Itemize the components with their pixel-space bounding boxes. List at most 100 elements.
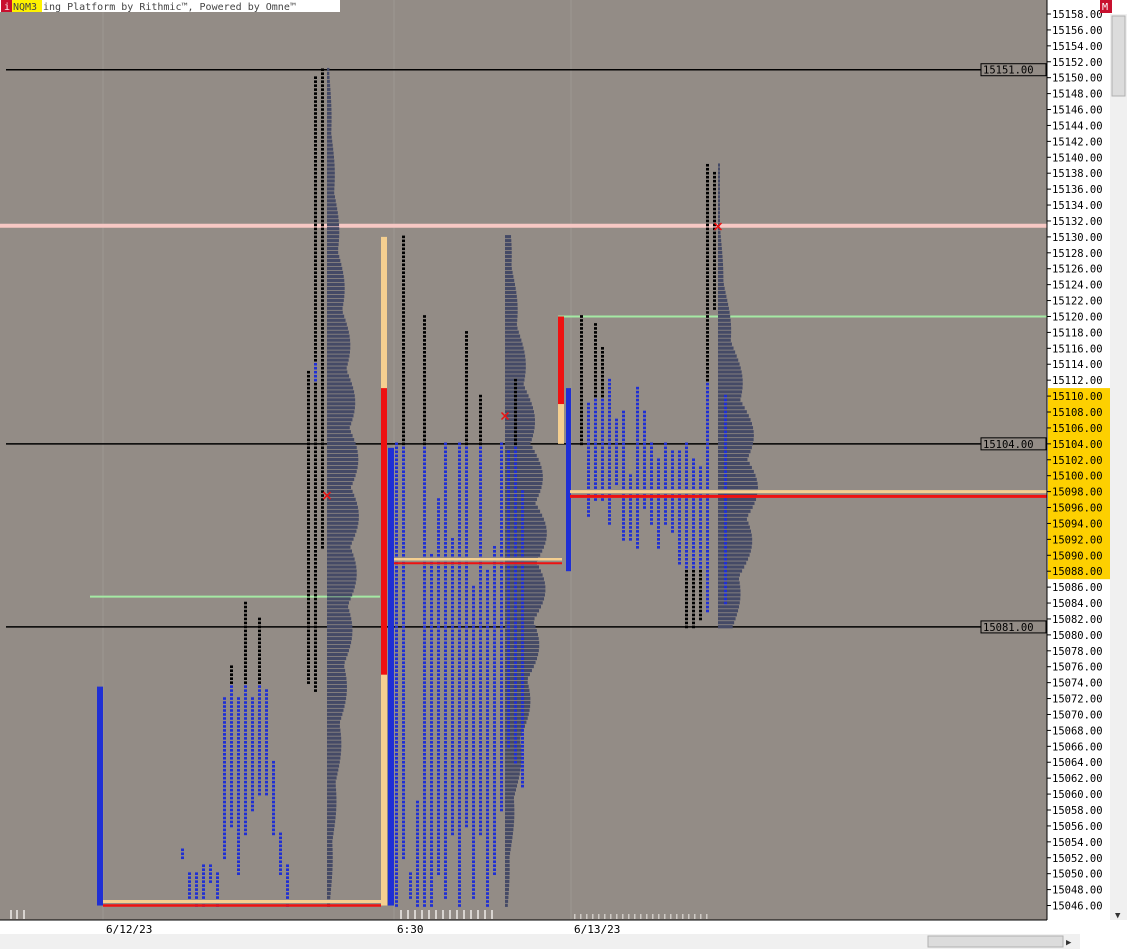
tpo-dot (629, 502, 632, 505)
tpo-dot (486, 729, 489, 732)
tpo-dot (643, 446, 646, 450)
y-tick-label: 15078.00 (1052, 646, 1103, 658)
tpo-dot (587, 462, 590, 466)
scroll-right-icon[interactable]: ▶ (1066, 938, 1072, 948)
tpo-dot (314, 203, 317, 207)
tpo-dot (493, 657, 496, 661)
tpo-dot (507, 661, 510, 665)
tpo-dot (514, 653, 517, 657)
tpo-dot (622, 442, 625, 446)
tpo-dot (188, 880, 191, 883)
tpo-dot (500, 442, 503, 446)
profile-bar (327, 668, 346, 673)
tpo-dot (521, 609, 524, 613)
tpo-dot (430, 808, 433, 812)
tpo-dot (314, 557, 317, 561)
tpo-dot (500, 657, 503, 661)
tpo-dot (514, 593, 517, 597)
tpo-dot (472, 880, 475, 883)
profile-bar (718, 187, 720, 191)
y-tick-label: 15152.00 (1052, 57, 1103, 69)
right-badge[interactable]: M (1102, 2, 1108, 13)
tpo-dot (507, 729, 510, 732)
tpo-dot (402, 283, 405, 286)
y-tick-label: 15094.00 (1052, 518, 1103, 530)
tpo-dot (444, 581, 447, 585)
tpo-dot (521, 522, 524, 525)
tpo-dot (458, 872, 461, 875)
tpo-dot (622, 430, 625, 434)
profile-bar (327, 461, 359, 466)
profile-bar (327, 529, 357, 533)
tpo-dot (472, 725, 475, 728)
tpo-dot (321, 100, 324, 103)
tpo-dot (521, 756, 524, 760)
tpo-dot (244, 685, 247, 688)
tpo-dot (493, 812, 496, 816)
horizontal-scrollbar-thumb[interactable] (927, 935, 1064, 948)
tpo-dot (430, 721, 433, 724)
tpo-dot (458, 601, 461, 605)
tpo-dot (507, 613, 510, 617)
tpo-dot (587, 442, 590, 446)
tpo-dot (314, 382, 317, 386)
tpo-dot (636, 482, 639, 485)
tpo-dot (514, 526, 517, 529)
profile-bar (327, 406, 355, 410)
tpo-dot (465, 553, 468, 557)
tpo-dot (258, 629, 261, 633)
tpo-dot (692, 466, 695, 470)
profile-bar (505, 748, 522, 752)
tpo-dot (237, 737, 240, 740)
tpo-dot (493, 697, 496, 700)
tpo-dot (493, 589, 496, 593)
tpo-dot (636, 486, 639, 489)
tpo-dot (706, 366, 709, 370)
tpo-dot (514, 589, 517, 593)
tpo-dot (444, 589, 447, 593)
vertical-scrollbar-thumb[interactable] (1111, 15, 1126, 97)
tpo-dot (423, 701, 426, 704)
tpo-dot (608, 434, 611, 438)
tpo-dot (423, 657, 426, 661)
horizontal-scrollbar[interactable]: ▶ (0, 934, 1080, 949)
tpo-dot (521, 721, 524, 724)
tpo-dot (706, 510, 709, 513)
tpo-dot (608, 382, 611, 386)
tpo-dot (279, 844, 282, 848)
tpo-dot (437, 553, 440, 557)
tpo-dot (451, 669, 454, 672)
tpo-dot (636, 534, 639, 537)
symbol-label[interactable]: NQM3 (13, 2, 37, 13)
tpo-dot (486, 745, 489, 748)
tpo-dot (258, 780, 261, 784)
tpo-dot (479, 820, 482, 824)
tpo-dot (521, 601, 524, 605)
scroll-down-icon[interactable]: ▼ (1115, 911, 1121, 921)
tpo-dot (321, 175, 324, 179)
tpo-dot (402, 617, 405, 621)
tpo-dot (622, 518, 625, 521)
tpo-dot (458, 824, 461, 828)
tpo-dot (314, 171, 317, 175)
tpo-dot (395, 701, 398, 704)
tpo-dot (465, 522, 468, 525)
tpo-dot (423, 812, 426, 816)
tpo-dot (507, 745, 510, 748)
tpo-dot (692, 550, 695, 553)
tpo-dot (507, 733, 510, 736)
tpo-dot (223, 832, 226, 836)
tpo-dot (423, 904, 426, 907)
vertical-scrollbar[interactable]: ▼ (1110, 14, 1127, 921)
market-profile-chart[interactable]: 15151.0015104.0015081.00 15158.0015156.0… (0, 0, 1127, 949)
y-tick-label: 15060.00 (1052, 789, 1103, 801)
vertical-scrollbar-track[interactable] (1110, 14, 1127, 920)
tpo-dot (724, 402, 727, 406)
tpo-dot (465, 673, 468, 676)
tpo-dot (402, 494, 405, 497)
tpo-dot (580, 347, 583, 350)
tpo-dot (451, 677, 454, 680)
tpo-dot (202, 872, 205, 875)
tpo-dot (479, 534, 482, 537)
horizontal-scrollbar-track[interactable] (0, 934, 1080, 949)
